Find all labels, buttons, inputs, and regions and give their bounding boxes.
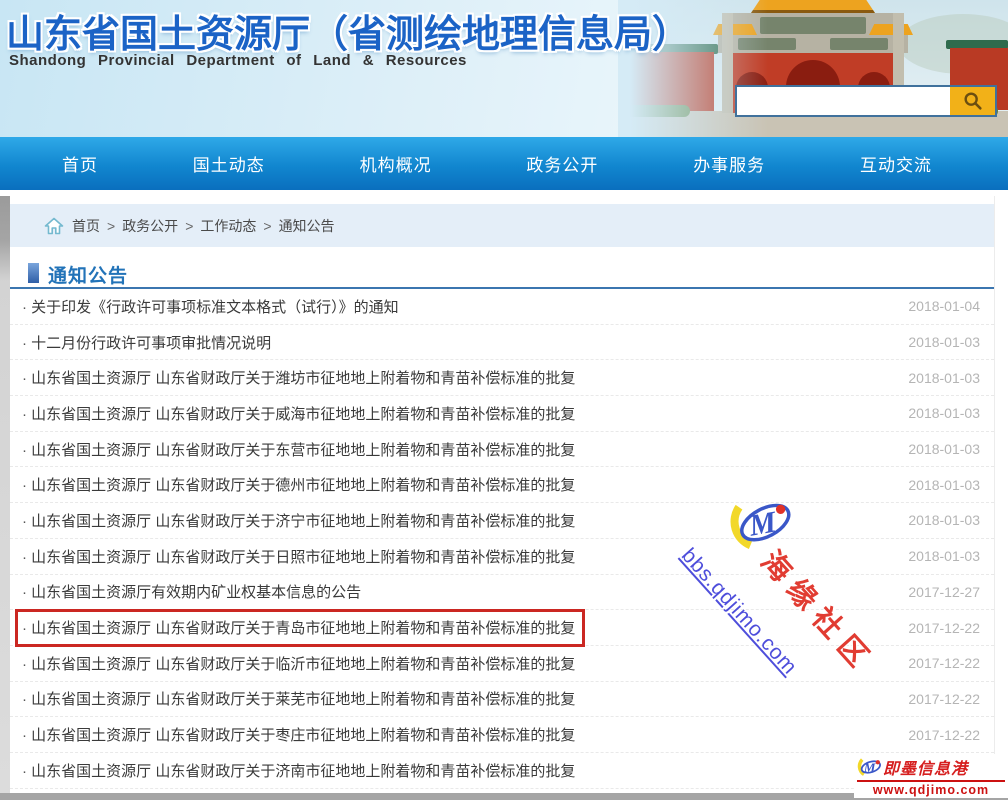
notice-row: 十二月份行政许可事项审批情况说明 2018-01-03 xyxy=(10,325,994,361)
notice-date: 2018-01-03 xyxy=(908,512,980,528)
notice-link[interactable]: 山东省国土资源厅 山东省财政厅关于济南市征地地上附着物和青苗补偿标准的批复 xyxy=(22,760,575,781)
notice-link[interactable]: 十二月份行政许可事项审批情况说明 xyxy=(22,332,271,353)
notice-date: 2017-12-22 xyxy=(908,727,980,743)
page: 山东省国土资源厅（省测绘地理信息局） Shandong Provincial D… xyxy=(0,0,1008,800)
notice-date: 2017-12-22 xyxy=(908,655,980,671)
notice-date: 2018-01-03 xyxy=(908,370,980,386)
search-button[interactable] xyxy=(950,87,995,115)
notice-date: 2018-01-03 xyxy=(908,548,980,564)
content-area: 首页 > 政务公开 > 工作动态 > 通知公告 通知公告 关于印发《行政许可事项… xyxy=(10,196,995,800)
corner-divider xyxy=(857,780,1005,782)
notice-row: 山东省国土资源厅 山东省财政厅关于德州市征地地上附着物和青苗补偿标准的批复 20… xyxy=(10,467,994,503)
notice-link[interactable]: 山东省国土资源厅 山东省财政厅关于莱芜市征地地上附着物和青苗补偿标准的批复 xyxy=(22,688,575,709)
notice-link[interactable]: 山东省国土资源厅有效期内矿业权基本信息的公告 xyxy=(22,581,361,602)
notice-link[interactable]: 山东省国土资源厅 山东省财政厅关于威海市征地地上附着物和青苗补偿标准的批复 xyxy=(22,403,575,424)
notice-date: 2018-01-03 xyxy=(908,441,980,457)
notice-row: 山东省国土资源厅 山东省财政厅关于临沂市征地地上附着物和青苗补偿标准的批复 20… xyxy=(10,646,994,682)
notice-row: 山东省国土资源厅 山东省财政厅关于东营市征地地上附着物和青苗补偿标准的批复 20… xyxy=(10,432,994,468)
notice-date: 2018-01-04 xyxy=(908,298,980,314)
photo-gate-roof xyxy=(751,0,875,13)
notice-row: 山东省国土资源厅 山东省财政厅关于济宁市征地地上附着物和青苗补偿标准的批复 20… xyxy=(10,503,994,539)
section-marker xyxy=(28,263,39,283)
notice-row: 山东省国土资源厅 山东省财政厅关于莱芜市征地地上附着物和青苗补偿标准的批复 20… xyxy=(10,682,994,718)
notice-date: 2018-01-03 xyxy=(908,405,980,421)
breadcrumb-notices[interactable]: 通知公告 xyxy=(279,216,335,236)
notice-link[interactable]: 山东省国土资源厅 山东省财政厅关于德州市征地地上附着物和青苗补偿标准的批复 xyxy=(22,474,575,495)
photo-carved-panel xyxy=(760,17,866,34)
notice-list: 关于印发《行政许可事项标准文本格式（试行）》的通知 2018-01-04 十二月… xyxy=(10,289,994,789)
corner-site-name: 即墨信息港 xyxy=(883,755,968,779)
nav-item-services[interactable]: 办事服务 xyxy=(693,151,765,176)
notice-link[interactable]: 山东省国土资源厅 山东省财政厅关于临沂市征地地上附着物和青苗补偿标准的批复 xyxy=(22,653,575,674)
photo-gate-roof xyxy=(869,24,913,35)
nav-item-gov-affairs[interactable]: 政务公开 xyxy=(526,151,598,176)
notice-row: 山东省国土资源厅 山东省财政厅关于日照市征地地上附着物和青苗补偿标准的批复 20… xyxy=(10,539,994,575)
breadcrumb-gov[interactable]: 政务公开 xyxy=(122,216,178,236)
corner-url: www.qdjimo.com xyxy=(857,783,1005,797)
section-title: 通知公告 xyxy=(48,261,128,288)
notice-date: 2018-01-03 xyxy=(908,477,980,493)
section-header: 通知公告 xyxy=(10,259,994,289)
breadcrumb-work[interactable]: 工作动态 xyxy=(200,216,256,236)
notice-link[interactable]: 山东省国土资源厅 山东省财政厅关于青岛市征地地上附着物和青苗补偿标准的批复 xyxy=(22,617,575,638)
breadcrumb-separator: > xyxy=(263,218,271,234)
notice-link[interactable]: 关于印发《行政许可事项标准文本格式（试行）》的通知 xyxy=(22,296,399,317)
corner-watermark: M 即墨信息港 www.qdjimo.com xyxy=(854,754,1008,798)
notice-row: 山东省国土资源厅 山东省财政厅关于威海市征地地上附着物和青苗补偿标准的批复 20… xyxy=(10,396,994,432)
notice-row-highlighted: 山东省国土资源厅 山东省财政厅关于青岛市征地地上附着物和青苗补偿标准的批复 20… xyxy=(10,610,994,646)
notice-link[interactable]: 山东省国土资源厅 山东省财政厅关于枣庄市征地地上附着物和青苗补偿标准的批复 xyxy=(22,724,575,745)
nav-item-organization[interactable]: 机构概况 xyxy=(360,151,432,176)
search-input[interactable] xyxy=(737,87,950,115)
site-title: 山东省国土资源厅（省测绘地理信息局） xyxy=(6,3,690,58)
breadcrumb-separator: > xyxy=(185,218,193,234)
notice-link[interactable]: 山东省国土资源厅 山东省财政厅关于济宁市征地地上附着物和青苗补偿标准的批复 xyxy=(22,510,575,531)
notice-row: 关于印发《行政许可事项标准文本格式（试行）》的通知 2018-01-04 xyxy=(10,289,994,325)
search-icon xyxy=(962,90,984,112)
notice-row: 山东省国土资源厅 山东省财政厅关于潍坊市征地地上附着物和青苗补偿标准的批复 20… xyxy=(10,360,994,396)
corner-logo-icon: M xyxy=(857,755,883,779)
breadcrumb: 首页 > 政务公开 > 工作动态 > 通知公告 xyxy=(10,204,994,247)
header-banner: 山东省国土资源厅（省测绘地理信息局） Shandong Provincial D… xyxy=(0,0,1008,137)
breadcrumb-separator: > xyxy=(107,218,115,234)
svg-text:M: M xyxy=(863,760,876,775)
nav-item-home[interactable]: 首页 xyxy=(62,151,98,176)
main-nav: 首页 国土动态 机构概况 政务公开 办事服务 互动交流 xyxy=(0,137,1008,190)
breadcrumb-home[interactable]: 首页 xyxy=(72,216,100,236)
nav-item-interaction[interactable]: 互动交流 xyxy=(860,151,932,176)
notice-row: 山东省国土资源厅有效期内矿业权基本信息的公告 2017-12-27 xyxy=(10,575,994,611)
notice-date: 2017-12-22 xyxy=(908,691,980,707)
site-subtitle: Shandong Provincial Department of Land &… xyxy=(9,52,467,69)
notice-row: 山东省国土资源厅 山东省财政厅关于枣庄市征地地上附着物和青苗补偿标准的批复 20… xyxy=(10,717,994,753)
notice-date: 2018-01-03 xyxy=(908,334,980,350)
notice-link[interactable]: 山东省国土资源厅 山东省财政厅关于日照市征地地上附着物和青苗补偿标准的批复 xyxy=(22,546,575,567)
notice-link[interactable]: 山东省国土资源厅 山东省财政厅关于东营市征地地上附着物和青苗补偿标准的批复 xyxy=(22,439,575,460)
search-box xyxy=(735,85,997,117)
notice-date: 2017-12-27 xyxy=(908,584,980,600)
notice-row: 山东省国土资源厅 山东省财政厅关于济南市征地地上附着物和青苗补偿标准的批复 20… xyxy=(10,753,994,789)
nav-item-land-news[interactable]: 国土动态 xyxy=(193,151,265,176)
notice-link[interactable]: 山东省国土资源厅 山东省财政厅关于潍坊市征地地上附着物和青苗补偿标准的批复 xyxy=(22,367,575,388)
left-edge-strip xyxy=(0,196,10,800)
notice-date: 2017-12-22 xyxy=(908,620,980,636)
photo-carved-panel xyxy=(830,38,888,50)
home-icon[interactable] xyxy=(44,217,64,235)
